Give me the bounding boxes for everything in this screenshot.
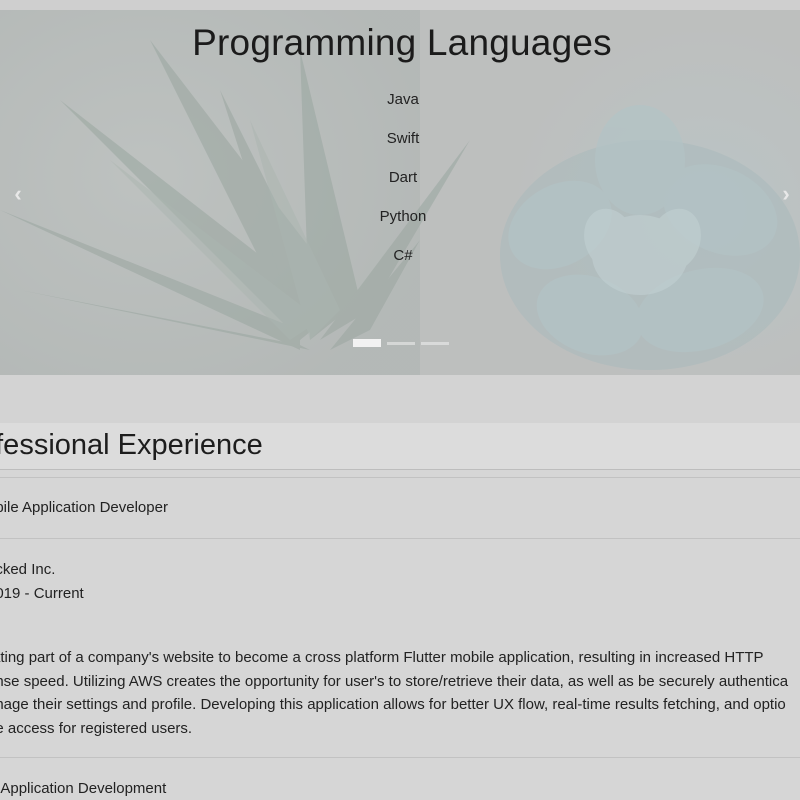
language-item: Dart — [388, 169, 418, 186]
job-description: rating part of a company's website to be… — [0, 646, 800, 740]
carousel-prev-button[interactable]: ‹ — [6, 180, 30, 208]
description-line: ne access for registered users. — [0, 719, 193, 737]
carousel-indicator-2[interactable] — [387, 342, 415, 345]
chevron-left-icon: ‹ — [14, 181, 22, 206]
carousel-indicators — [353, 339, 449, 349]
divider — [0, 477, 800, 478]
job-title: S Application Development — [0, 780, 167, 797]
carousel-title: Programming Languages — [192, 22, 612, 63]
divider — [0, 757, 800, 758]
language-item: C# — [393, 247, 413, 264]
top-strip — [0, 0, 800, 10]
carousel-next-button[interactable]: › — [774, 180, 798, 208]
description-line: onse speed. Utilizing AWS creates the op… — [0, 672, 789, 690]
company-name: acked Inc. — [0, 561, 56, 578]
divider — [0, 538, 800, 539]
language-item: Swift — [386, 130, 420, 147]
employment-dates: 2019 - Current — [0, 585, 84, 602]
carousel-indicator-3[interactable] — [421, 342, 449, 345]
language-item: Python — [379, 208, 427, 225]
page: Programming Languages Java Swift Dart Py… — [0, 0, 800, 800]
experience-heading: ofessional Experience — [0, 429, 263, 461]
chevron-right-icon: › — [782, 181, 790, 206]
languages-carousel[interactable]: Programming Languages Java Swift Dart Py… — [0, 10, 800, 375]
language-item: Java — [387, 91, 419, 108]
description-line: anage their settings and profile. Develo… — [0, 696, 786, 713]
language-list: Java Swift Dart Python C# — [0, 90, 800, 285]
section-spacer — [0, 375, 800, 423]
carousel-indicator-1[interactable] — [353, 339, 381, 347]
job-title: obile Application Developer — [0, 499, 168, 516]
description-line: rating part of a company's website to be… — [0, 649, 764, 666]
